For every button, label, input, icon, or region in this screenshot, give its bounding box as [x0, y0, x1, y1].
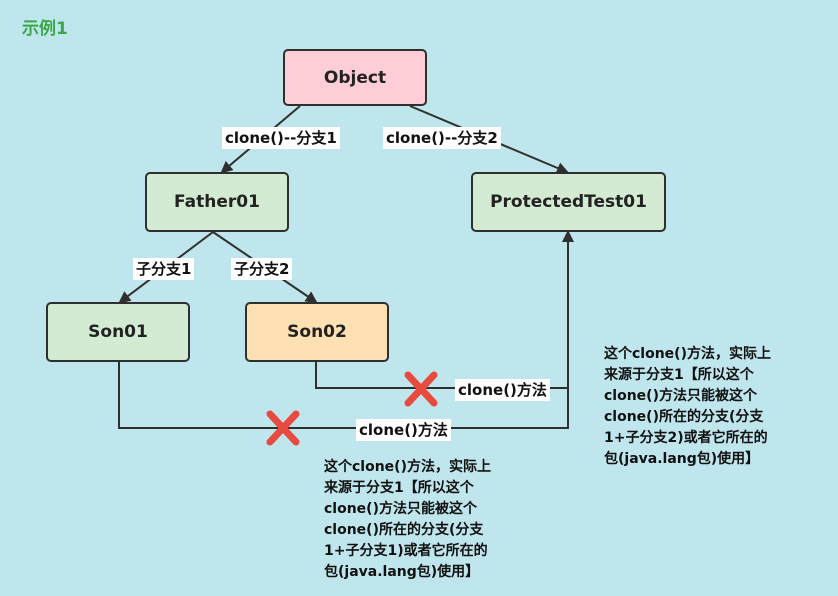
edge-label-branch1: clone()--分支1	[222, 127, 340, 149]
edge-label-branch2: clone()--分支2	[383, 127, 501, 149]
diagram-canvas: 示例1 Object Father01 ProtectedTest01 Son0…	[0, 0, 838, 596]
note-right: 这个clone()方法，实际上 来源于分支1【所以这个 clone()方法只能被…	[604, 346, 771, 467]
note-bottom: 这个clone()方法，实际上 来源于分支1【所以这个 clone()方法只能被…	[324, 459, 491, 580]
node-object: Object	[283, 49, 427, 106]
node-son01: Son01	[46, 302, 190, 362]
node-father01: Father01	[145, 172, 289, 232]
node-son02: Son02	[245, 302, 389, 362]
node-protectedtest01: ProtectedTest01	[471, 172, 666, 232]
edge-label-sub-branch2: 子分支2	[231, 258, 293, 280]
edge-label-sub-branch1: 子分支1	[133, 258, 195, 280]
edge-label-son01-call: clone()方法	[356, 419, 451, 441]
edge-label-son02-call: clone()方法	[455, 379, 550, 401]
